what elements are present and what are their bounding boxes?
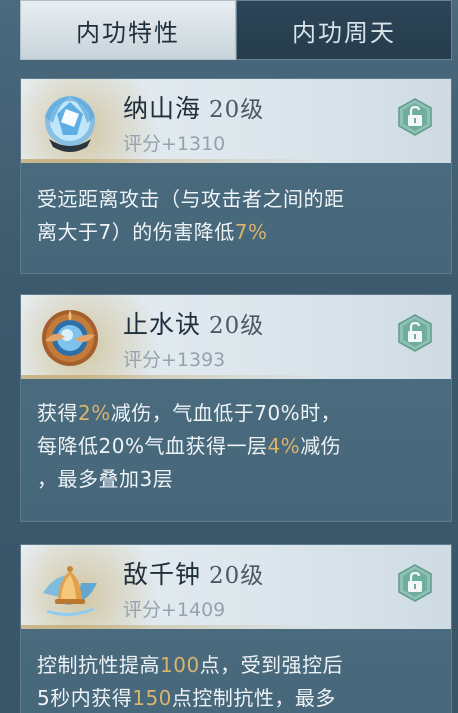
skill-level: 20级: [209, 563, 265, 589]
skill-name: 敌千钟 20级: [123, 560, 265, 589]
blue-crystal-orb-icon: [45, 96, 95, 152]
skill-level: 20级: [209, 97, 265, 123]
tab-internal-traits[interactable]: 内功特性: [20, 0, 236, 60]
unlock-icon[interactable]: [397, 97, 433, 137]
skill-card-diqianzhong: 敌千钟 20级 评分+1409 控制抗性提高100点，受到强控后 5秒内获得150…: [20, 544, 452, 713]
skill-card-nashanhai: 纳山海 20级 评分+1310 受远距离攻击（与攻击者之间的距 离大于7）的伤害降…: [20, 78, 452, 274]
skill-description: 受远距离攻击（与攻击者之间的距 离大于7）的伤害降低7%: [37, 187, 345, 244]
water-orb-ring-icon: [42, 310, 98, 366]
skill-card-zhishuijue: 止水诀 20级 评分+1393 获得2%减伤，气血低于70%时， 每降低20%气血…: [20, 294, 452, 522]
tab-bar: 内功特性 内功周天: [20, 0, 452, 60]
golden-bell-icon: [43, 566, 97, 616]
skill-description: 控制抗性提高100点，受到强控后 5秒内获得150点控制抗性，最多: [37, 653, 344, 710]
skill-card-header: 敌千钟 20级 评分+1409: [21, 545, 451, 629]
internal-skill-panel: 内功特性 内功周天 纳山海 20级 评分+1310 受远距离攻击（与攻击者之间的…: [0, 0, 458, 713]
unlock-icon[interactable]: [397, 563, 433, 603]
skill-name: 止水诀 20级: [123, 310, 265, 339]
skill-card-header: 纳山海 20级 评分+1310: [21, 79, 451, 163]
skill-level: 20级: [209, 313, 265, 339]
skill-description: 获得2%减伤，气血低于70%时， 每降低20%气血获得一层4%减伤 ，最多叠加3…: [37, 401, 342, 491]
tab-internal-cycle[interactable]: 内功周天: [236, 0, 452, 60]
skill-card-header: 止水诀 20级 评分+1393: [21, 295, 451, 379]
unlock-icon[interactable]: [397, 313, 433, 353]
skill-score: 评分+1393: [123, 349, 226, 371]
skill-score: 评分+1409: [123, 599, 226, 621]
skill-name: 纳山海 20级: [123, 94, 265, 123]
skill-score: 评分+1310: [123, 133, 226, 155]
